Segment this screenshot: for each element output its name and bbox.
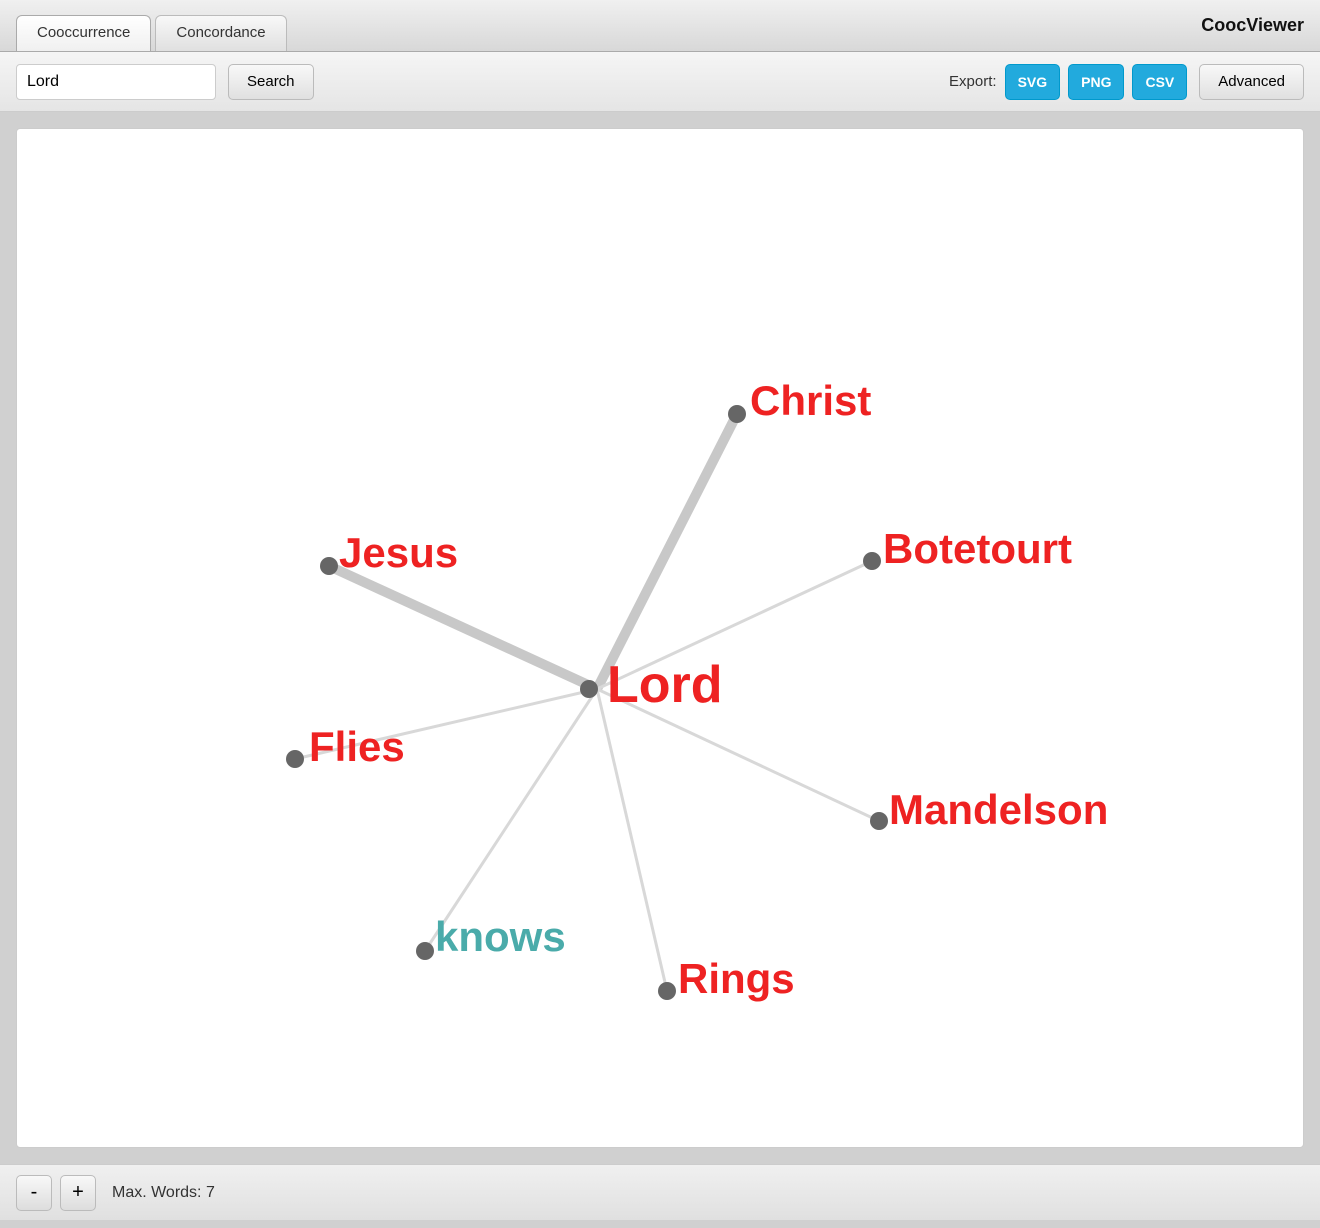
node-label-jesus[interactable]: Jesus <box>339 529 458 577</box>
export-png-button[interactable]: PNG <box>1068 64 1124 100</box>
export-group: Export: SVG PNG CSV Advanced <box>949 64 1304 100</box>
edge-lord-jesus <box>329 566 597 689</box>
edge-lord-knows <box>425 689 597 951</box>
node-label-lord[interactable]: Lord <box>607 655 723 715</box>
max-words-label: Max. Words: 7 <box>112 1184 215 1202</box>
toolbar: Search Export: SVG PNG CSV Advanced <box>0 52 1320 112</box>
tab-group: Cooccurrence Concordance <box>16 0 291 51</box>
node-label-christ[interactable]: Christ <box>750 377 871 425</box>
app-title: CoocViewer <box>1201 15 1304 36</box>
node-dot-lord <box>580 680 598 698</box>
node-dot-flies <box>286 750 304 768</box>
zoom-minus-button[interactable]: - <box>16 1175 52 1211</box>
search-input[interactable] <box>16 64 216 100</box>
export-svg-button[interactable]: SVG <box>1005 64 1061 100</box>
bottom-bar: - + Max. Words: 7 <box>0 1164 1320 1220</box>
node-dot-jesus <box>320 557 338 575</box>
node-label-rings[interactable]: Rings <box>678 955 795 1003</box>
node-label-mandelson[interactable]: Mandelson <box>889 786 1108 834</box>
edge-lord-christ <box>597 414 737 689</box>
search-button[interactable]: Search <box>228 64 314 100</box>
node-dot-bote <box>863 552 881 570</box>
title-bar: Cooccurrence Concordance CoocViewer <box>0 0 1320 52</box>
graph-area: Lord Christ Jesus Botetourt Flies Mandel… <box>16 128 1304 1148</box>
export-csv-button[interactable]: CSV <box>1132 64 1187 100</box>
node-dot-mandelson <box>870 812 888 830</box>
graph-svg <box>17 129 1303 1147</box>
node-dot-rings <box>658 982 676 1000</box>
node-label-flies[interactable]: Flies <box>309 723 405 771</box>
node-dot-christ <box>728 405 746 423</box>
zoom-plus-button[interactable]: + <box>60 1175 96 1211</box>
edge-lord-rings <box>597 689 667 991</box>
node-label-bote[interactable]: Botetourt <box>883 525 1072 573</box>
export-label: Export: <box>949 73 997 90</box>
advanced-button[interactable]: Advanced <box>1199 64 1304 100</box>
tab-concordance[interactable]: Concordance <box>155 15 286 51</box>
node-label-knows[interactable]: knows <box>435 913 566 961</box>
tab-cooccurrence[interactable]: Cooccurrence <box>16 15 151 51</box>
node-dot-knows <box>416 942 434 960</box>
